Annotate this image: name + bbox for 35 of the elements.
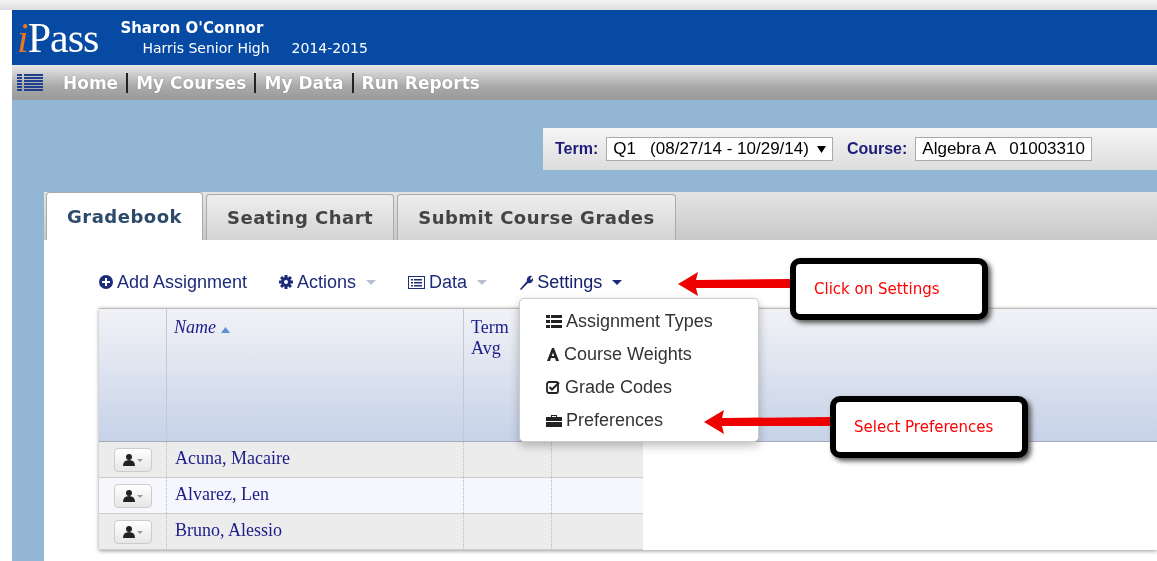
person-icon: [122, 453, 143, 466]
course-label: Course:: [846, 140, 908, 158]
sort-up-icon: [220, 327, 230, 333]
font-icon: [546, 348, 560, 361]
student-menu-button[interactable]: [113, 447, 152, 472]
plus-circle-icon: [99, 275, 113, 289]
column-header[interactable]: Name: [167, 309, 464, 441]
student-menu-button[interactable]: [113, 519, 152, 544]
tab[interactable]: Submit Course Grades: [397, 194, 676, 240]
callout-box: Click on Settings: [790, 258, 988, 320]
menu-icon[interactable]: [17, 73, 43, 92]
toolbar-button[interactable]: Settings: [519, 271, 623, 293]
person-icon: [122, 489, 143, 502]
course-dropdown[interactable]: Algebra A 01003310: [915, 137, 1092, 161]
checkbox-icon: [546, 381, 561, 394]
dropdown-caret-icon: [816, 145, 826, 153]
ipass-logo: iPass: [16, 13, 99, 62]
gear-icon: [279, 275, 294, 289]
toolbar-button[interactable]: Actions: [279, 271, 377, 293]
list-icon: [408, 275, 426, 289]
list-icon: [546, 315, 562, 328]
school-year: 2014-2015: [291, 40, 368, 56]
school-name: Harris Senior High: [142, 40, 270, 56]
user-name: Sharon O'Connor: [120, 19, 265, 37]
toolbar-button[interactable]: Add Assignment: [99, 271, 248, 293]
tab[interactable]: Gradebook: [46, 192, 203, 240]
student-menu-button[interactable]: [113, 483, 152, 508]
toolbar-button[interactable]: Data: [408, 271, 488, 293]
person-icon: [122, 525, 143, 538]
callout-box: Select Preferences: [830, 396, 1028, 458]
tab[interactable]: Seating Chart: [206, 194, 395, 240]
briefcase-icon: [546, 414, 562, 427]
wrench-icon: [519, 274, 534, 290]
term-label: Term:: [555, 140, 599, 158]
term-dropdown[interactable]: Q1 (08/27/14 - 10/29/14): [606, 137, 833, 161]
